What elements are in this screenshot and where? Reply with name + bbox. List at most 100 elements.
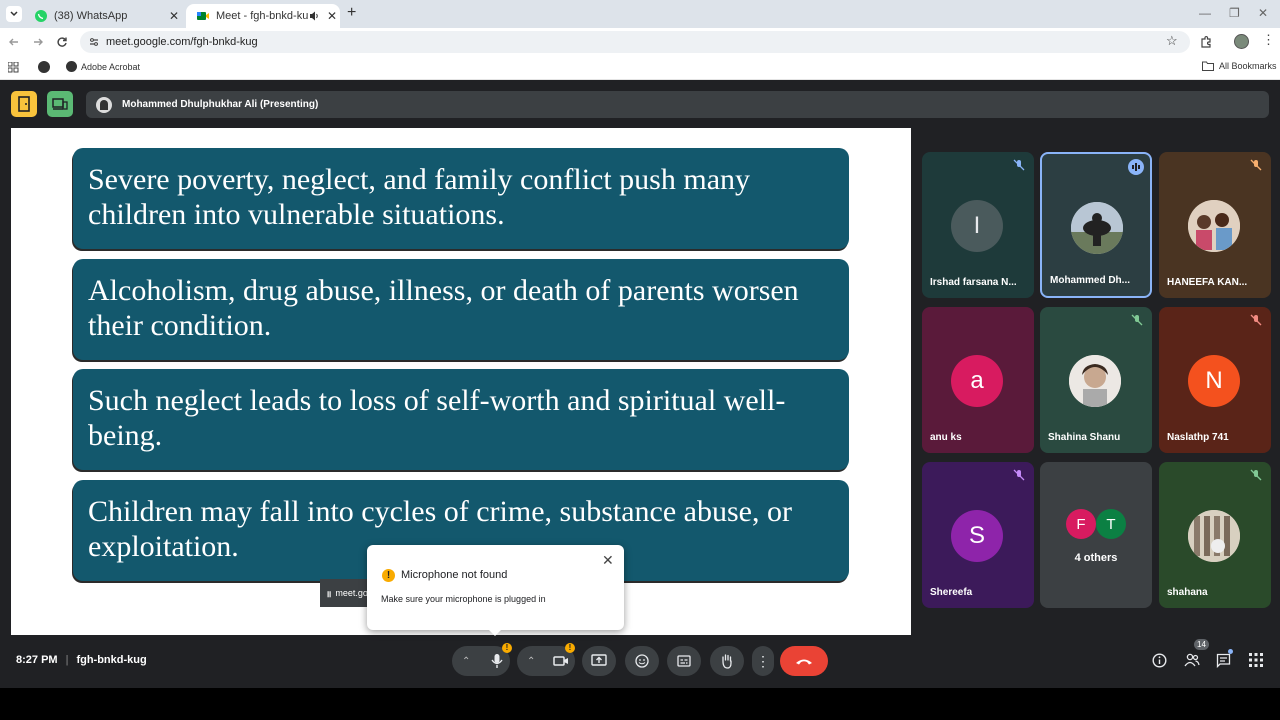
camera-control-group: ⌃ !	[517, 643, 575, 676]
hand-icon	[722, 654, 732, 669]
forward-icon[interactable]	[32, 36, 44, 48]
mic-warning-badge: !	[502, 643, 512, 653]
participant-tile[interactable]: N Naslathp 741	[1159, 307, 1271, 453]
restore-icon[interactable]: ❐	[1229, 6, 1240, 20]
window-close-icon[interactable]: ✕	[1258, 6, 1268, 20]
participant-tile[interactable]: HANEEFA KAN...	[1159, 152, 1271, 298]
meeting-info: 8:27 PM | fgh-bnkd-kug	[16, 654, 147, 666]
meeting-details-icon[interactable]	[1152, 653, 1167, 668]
all-bookmarks-button[interactable]: All Bookmarks	[1202, 61, 1277, 71]
slide-bullet: Severe poverty, neglect, and family conf…	[73, 148, 849, 249]
mic-off-icon	[1250, 469, 1262, 481]
tab-search-button[interactable]	[6, 6, 22, 22]
new-tab-button[interactable]: +	[347, 4, 356, 22]
tab-title: (38) WhatsApp	[54, 10, 128, 22]
participant-name: Irshad farsana N...	[930, 277, 1017, 288]
microphone-toast: ! Microphone not found Make sure your mi…	[367, 545, 624, 636]
url-text: meet.google.com/fgh-bnkd-kug	[106, 36, 258, 48]
participant-tile[interactable]: S Shereefa	[922, 462, 1034, 608]
close-icon[interactable]: ✕	[166, 9, 182, 23]
participant-name: Shahina Shanu	[1048, 432, 1121, 443]
extensions-icon[interactable]	[1199, 35, 1213, 49]
toast-body: Make sure your microphone is plugged in	[381, 594, 546, 604]
sharing-indicator[interactable]: ॥ meet.goo	[320, 579, 368, 607]
participant-tile-others[interactable]: F T 4 others	[1040, 462, 1152, 608]
present-screen-button[interactable]	[582, 646, 616, 676]
tab-title: Meet - fgh-bnkd-kug	[216, 10, 308, 22]
close-icon[interactable]: ✕	[324, 9, 340, 23]
participant-tile[interactable]: a anu ks	[922, 307, 1034, 453]
present-button[interactable]	[47, 91, 73, 117]
activities-button[interactable]	[11, 91, 37, 117]
separator: |	[65, 654, 69, 666]
speaker-icon[interactable]	[308, 10, 320, 22]
participant-avatar: a	[951, 355, 1003, 407]
chat-unread-dot	[1228, 649, 1233, 654]
participant-tile[interactable]: Shahina Shanu	[1040, 307, 1152, 453]
presenter-bar: Mohammed Dhulphukhar Ali (Presenting)	[86, 91, 1269, 118]
mic-off-icon	[1250, 159, 1262, 171]
microphone-icon[interactable]	[490, 653, 504, 669]
profile-avatar[interactable]	[1234, 34, 1249, 49]
mic-control-group: ⌃ !	[452, 643, 512, 676]
bookmark-adobe-acrobat[interactable]: Adobe Acrobat	[66, 61, 140, 72]
chat-icon	[1216, 653, 1231, 668]
video-options-icon[interactable]: ⌃	[527, 656, 535, 667]
bookmarks-bar: Adobe Acrobat All Bookmarks	[0, 56, 1280, 80]
address-bar[interactable]: meet.google.com/fgh-bnkd-kug	[80, 31, 1190, 53]
participant-avatar	[1188, 200, 1240, 252]
apps-grid-icon[interactable]	[8, 62, 19, 73]
menu-icon[interactable]: ⋮	[1262, 32, 1275, 48]
participant-tile[interactable]: Mohammed Dh...	[1040, 152, 1152, 298]
more-options-button[interactable]: ⋮	[752, 646, 774, 676]
sharing-indicator-label: meet.goo	[335, 588, 368, 598]
people-count-badge: 14	[1194, 639, 1209, 650]
site-info-icon[interactable]	[88, 36, 100, 48]
leave-call-button[interactable]	[780, 646, 828, 676]
people-icon	[1184, 653, 1200, 667]
globe-icon[interactable]	[38, 61, 50, 73]
meeting-controls-bar: 8:27 PM | fgh-bnkd-kug ⌃ ! ⌃ ! ⋮ 14	[0, 639, 1280, 688]
others-count-label: 4 others	[1074, 552, 1118, 564]
minimize-icon[interactable]: —	[1199, 6, 1211, 20]
participant-avatar	[1071, 202, 1123, 254]
present-screen-icon	[591, 654, 607, 666]
participant-tile[interactable]: I Irshad farsana N...	[922, 152, 1034, 298]
mic-off-icon	[1131, 314, 1143, 326]
devices-icon	[52, 98, 68, 110]
activities-grid-icon[interactable]	[1249, 653, 1263, 667]
tab-meet[interactable]: Meet - fgh-bnkd-kug ✕	[186, 4, 340, 28]
pause-icon: ॥	[326, 588, 332, 599]
raise-hand-button[interactable]	[710, 646, 744, 676]
camera-icon[interactable]	[553, 655, 569, 667]
all-bookmarks-label: All Bookmarks	[1219, 61, 1277, 71]
close-icon[interactable]: ✕	[602, 552, 614, 569]
participant-name: Naslathp 741	[1167, 432, 1229, 443]
back-icon[interactable]	[8, 36, 20, 48]
door-icon	[18, 96, 30, 112]
tab-whatsapp[interactable]: (38) WhatsApp ✕	[24, 4, 182, 28]
bookmark-star-icon[interactable]: ☆	[1166, 33, 1178, 49]
participant-avatar	[1069, 355, 1121, 407]
captions-button[interactable]	[667, 646, 701, 676]
chat-button[interactable]	[1216, 649, 1233, 668]
end-call-icon	[796, 659, 812, 665]
meet-icon	[197, 12, 209, 20]
meeting-code: fgh-bnkd-kug	[76, 654, 147, 666]
mic-off-icon	[1250, 314, 1262, 326]
presenter-label: Mohammed Dhulphukhar Ali (Presenting)	[122, 99, 319, 110]
presenter-avatar	[96, 96, 112, 113]
participant-avatar: F	[1066, 509, 1096, 539]
chevron-down-icon	[10, 11, 18, 17]
more-vert-icon: ⋮	[756, 652, 770, 669]
participant-avatar	[1188, 510, 1240, 562]
reactions-button[interactable]	[625, 646, 659, 676]
reload-icon[interactable]	[56, 36, 68, 48]
people-button[interactable]: 14	[1184, 639, 1209, 667]
camera-warning-badge: !	[565, 643, 575, 653]
participant-avatar: T	[1096, 509, 1126, 539]
audio-options-icon[interactable]: ⌃	[462, 656, 470, 667]
acrobat-icon	[66, 61, 77, 72]
participant-avatar: I	[951, 200, 1003, 252]
participant-tile[interactable]: shahana	[1159, 462, 1271, 608]
